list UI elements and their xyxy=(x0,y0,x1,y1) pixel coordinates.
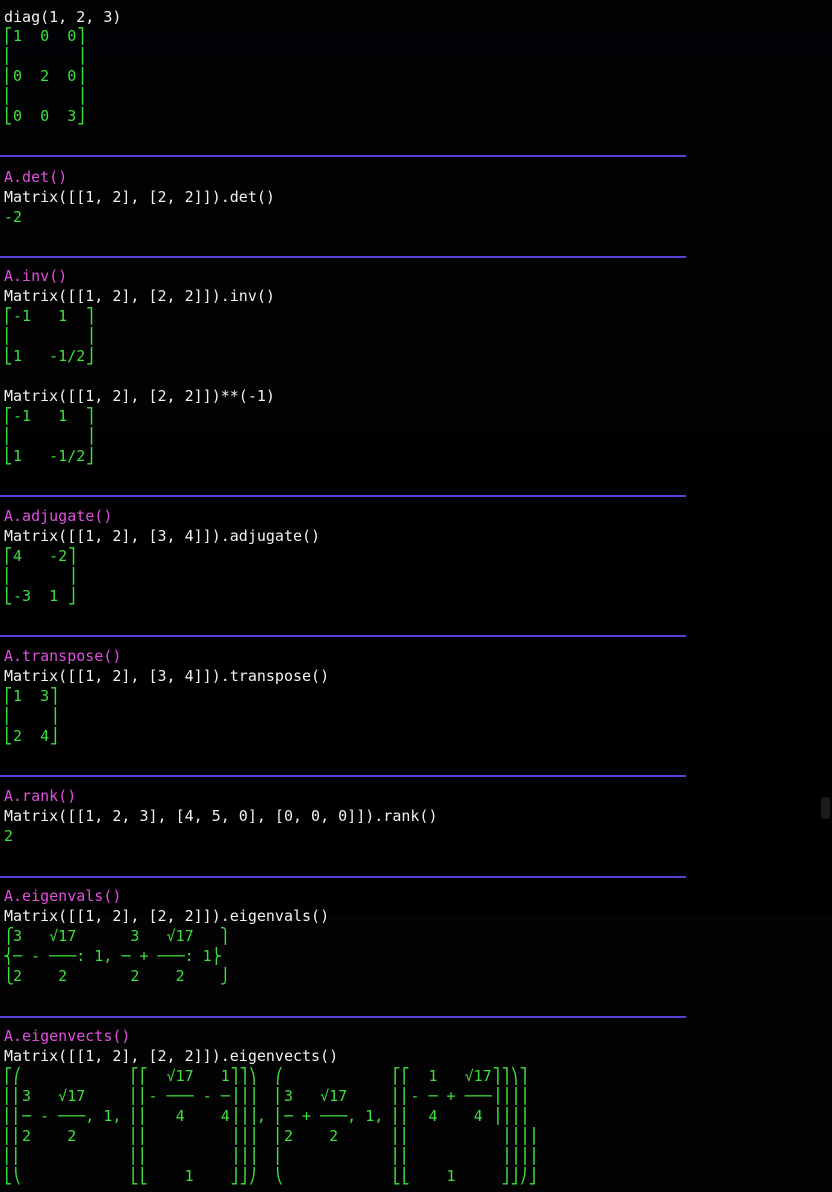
adjugate-output-row: ⎢ ⎥ xyxy=(4,567,77,585)
power-output-row: ⎡-1 1 ⎤ xyxy=(4,407,95,425)
transpose-output-row: ⎡1 3⎤ xyxy=(4,687,59,705)
transpose-command: Matrix([[1, 2], [3, 4]]).transpose() xyxy=(4,667,330,685)
eigenvals-output-row: ⎧3 √17 3 √17 ⎫ xyxy=(4,927,230,945)
section-heading-adjugate: A.adjugate() xyxy=(4,507,113,525)
diag-output-row: ⎢ ⎥ xyxy=(4,87,86,105)
adjugate-output-row: ⎣-3 1 ⎦ xyxy=(4,587,77,605)
terminal-output[interactable]: diag(1, 2, 3) ⎡1 0 0⎤ ⎢ ⎥ ⎢0 2 0⎥ ⎢ ⎥ ⎣0… xyxy=(0,0,832,1192)
section-heading-inv: A.inv() xyxy=(4,267,68,285)
transpose-output-row: ⎣2 4⎦ xyxy=(4,727,59,745)
diag-output-row: ⎣0 0 3⎦ xyxy=(4,107,86,125)
eigenvects-output-row: ⎢⎜3 √17 ⎢⎢- ─── - ─⎥⎥⎟ ⎜3 √17 ⎢⎢- ─ + ──… xyxy=(4,1087,528,1105)
eigenvals-command: Matrix([[1, 2], [2, 2]]).eigenvals() xyxy=(4,907,330,925)
inv-command: Matrix([[1, 2], [2, 2]]).inv() xyxy=(4,287,275,305)
section-heading-transpose: A.transpose() xyxy=(4,647,122,665)
eigenvals-output-row: ⎨─ - ───: 1, ─ + ───: 1⎬ xyxy=(4,947,221,965)
rank-result: 2 xyxy=(4,827,14,845)
diag-output-row: ⎡1 0 0⎤ xyxy=(4,27,86,45)
adjugate-output-row: ⎡4 -2⎤ xyxy=(4,547,77,565)
section-heading-eigenvects: A.eigenvects() xyxy=(4,1027,131,1045)
section-divider xyxy=(0,1016,686,1018)
diag-output-row: ⎢ ⎥ xyxy=(4,47,86,65)
eigenvects-output-row: ⎢⎜─ - ───, 1, ⎢⎢ 4 4⎥⎥⎟, ⎜─ + ───, 1, ⎢⎢… xyxy=(4,1107,528,1125)
eigenvects-output-row: ⎣⎝ ⎣⎣ 1 ⎦⎦⎠ ⎝ ⎣⎣ 1 ⎦⎦⎠⎦ xyxy=(4,1167,537,1185)
section-divider xyxy=(0,876,686,878)
diag-output-row: ⎢0 2 0⎥ xyxy=(4,67,86,85)
section-divider xyxy=(0,155,686,157)
power-output-row: ⎢ ⎥ xyxy=(4,427,95,445)
power-command: Matrix([[1, 2], [2, 2]])**(-1) xyxy=(4,387,275,405)
transpose-output-row: ⎢ ⎥ xyxy=(4,707,59,725)
det-result: -2 xyxy=(4,208,23,226)
eigenvects-command: Matrix([[1, 2], [2, 2]]).eigenvects() xyxy=(4,1047,339,1065)
section-divider xyxy=(0,256,686,258)
section-heading-rank: A.rank() xyxy=(4,787,77,805)
eigenvects-output-row: ⎢⎜ ⎢⎢ ⎥⎥⎟ ⎜ ⎢⎢ ⎥⎥⎟⎥ xyxy=(4,1147,537,1165)
inv-output-row: ⎣1 -1/2⎦ xyxy=(4,347,95,365)
section-heading-eigenvals: A.eigenvals() xyxy=(4,887,122,905)
eigenvects-output-row: ⎡⎛ ⎡⎡ √17 1⎤⎤⎞ ⎛ ⎡⎡ 1 √17⎤⎤⎞⎤ xyxy=(4,1067,528,1085)
inv-output-row: ⎢ ⎥ xyxy=(4,327,95,345)
section-divider xyxy=(0,635,686,637)
diag-command: diag(1, 2, 3) xyxy=(4,8,122,26)
section-divider xyxy=(0,495,686,497)
power-output-row: ⎣1 -1/2⎦ xyxy=(4,447,95,465)
eigenvects-output-row: ⎢⎜2 2 ⎢⎢ ⎥⎥⎟ ⎜2 2 ⎢⎢ ⎥⎥⎟⎥ xyxy=(4,1127,537,1145)
inv-output-row: ⎡-1 1 ⎤ xyxy=(4,307,95,325)
rank-command: Matrix([[1, 2, 3], [4, 5, 0], [0, 0, 0]]… xyxy=(4,807,438,825)
section-heading-det: A.det() xyxy=(4,168,68,186)
adjugate-command: Matrix([[1, 2], [3, 4]]).adjugate() xyxy=(4,527,321,545)
eigenvals-output-row: ⎩2 2 2 2 ⎭ xyxy=(4,967,230,985)
det-command: Matrix([[1, 2], [2, 2]]).det() xyxy=(4,188,275,206)
section-divider xyxy=(0,775,686,777)
